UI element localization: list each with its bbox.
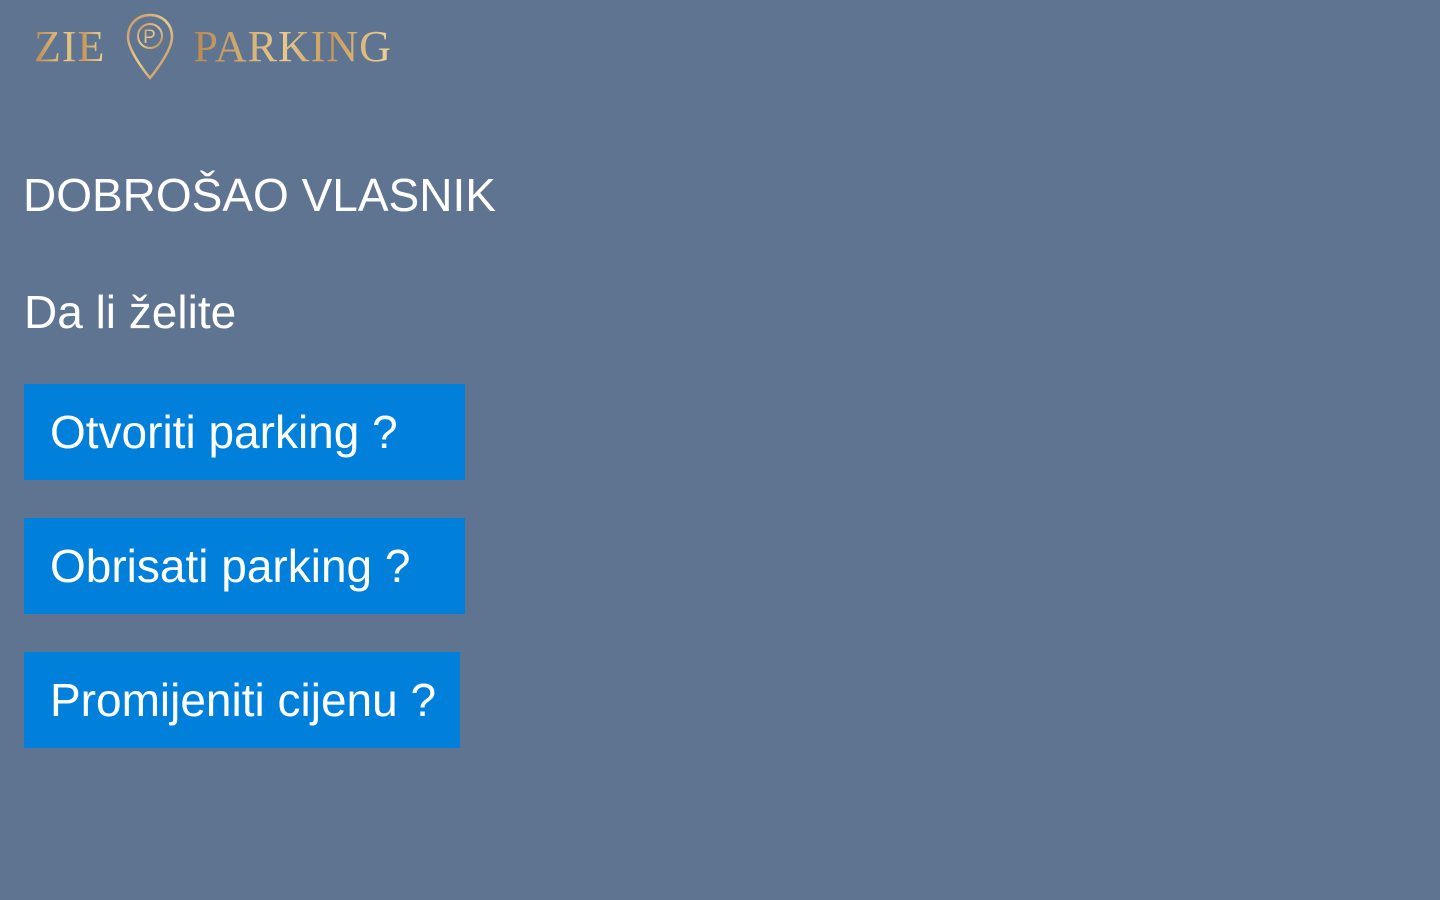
- map-pin-p-icon: P: [127, 13, 174, 80]
- zie-parking-logo: ZIE P PARKING: [34, 12, 392, 82]
- open-parking-button[interactable]: Otvoriti parking ?: [24, 384, 465, 480]
- logo-text-zie: ZIE: [34, 22, 106, 71]
- change-price-button[interactable]: Promijeniti cijenu ?: [24, 652, 460, 748]
- pin-letter: P: [144, 27, 158, 48]
- delete-parking-button[interactable]: Obrisati parking ?: [24, 518, 465, 614]
- logo-text-parking: PARKING: [193, 22, 392, 71]
- welcome-heading: DOBROŠAO VLASNIK: [23, 169, 496, 221]
- question-label: Da li želite: [24, 286, 237, 338]
